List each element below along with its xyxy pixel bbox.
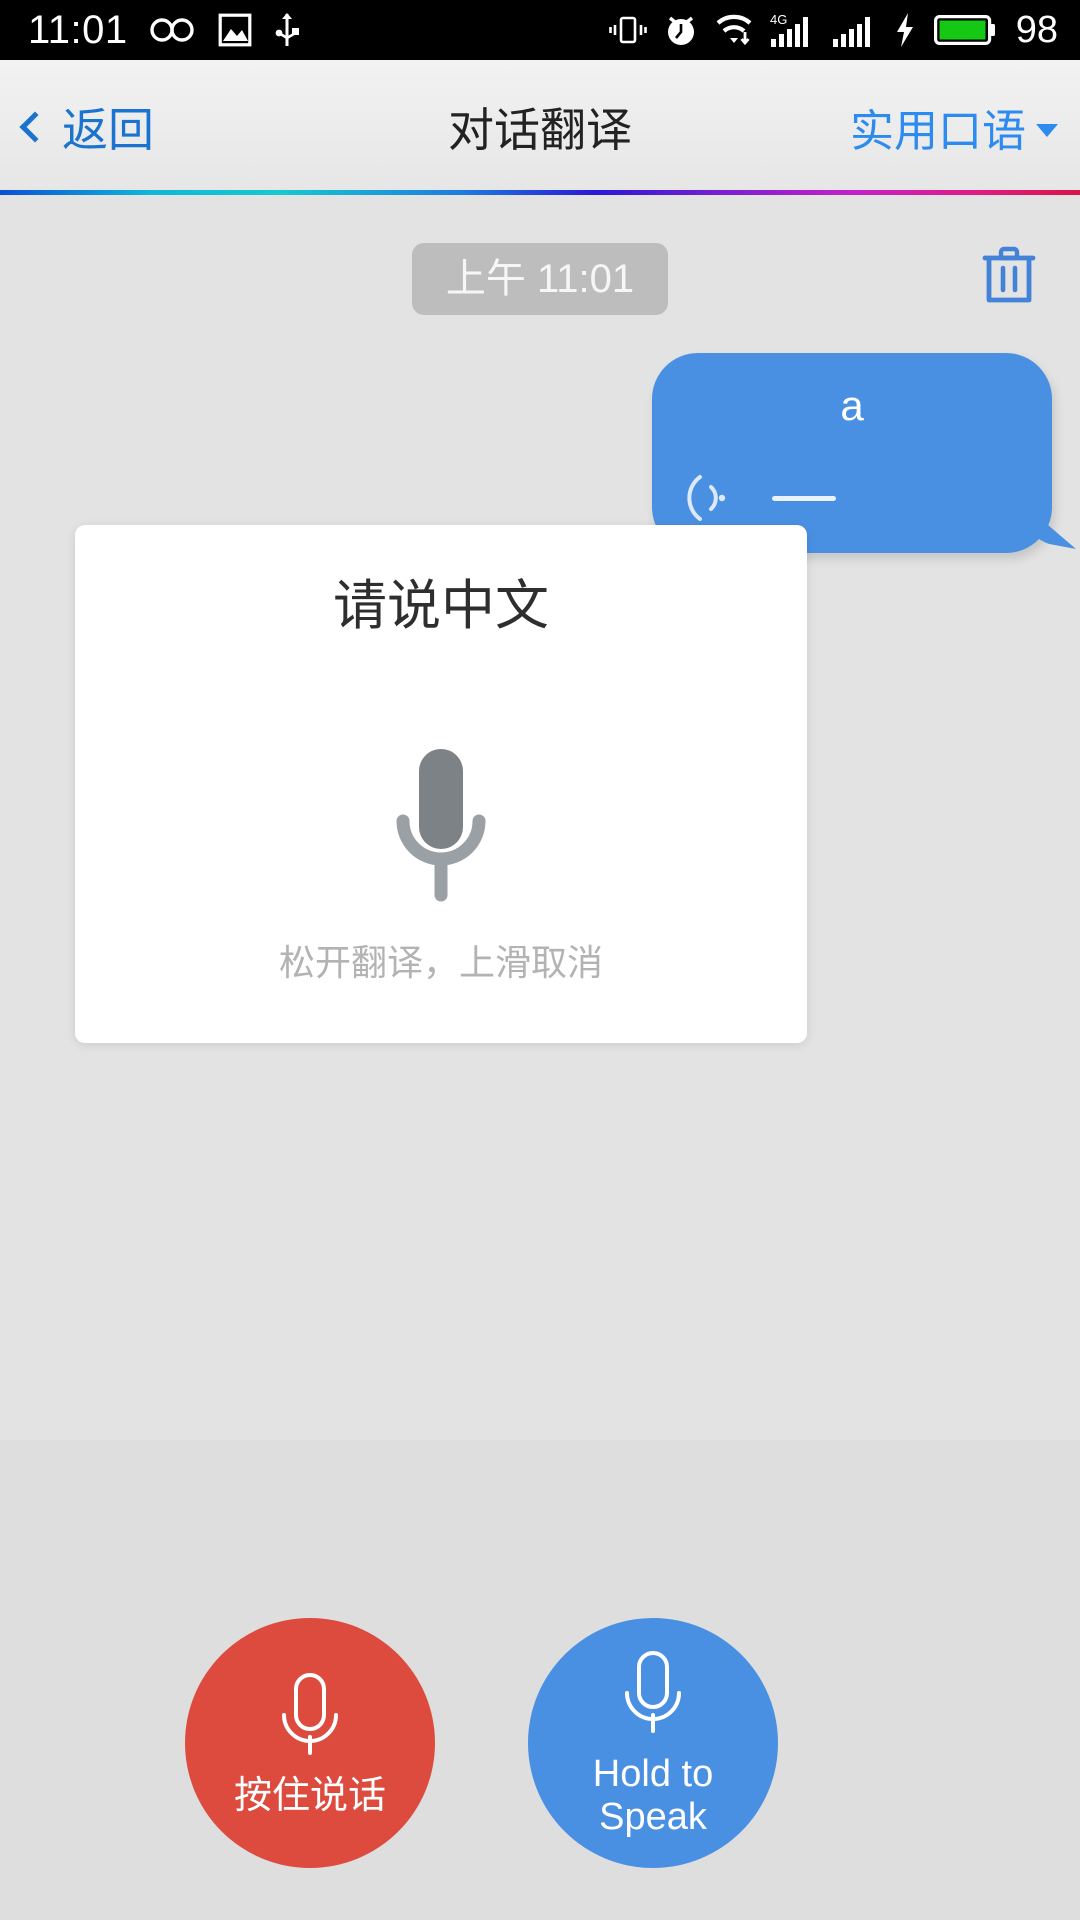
status-bar: 11:01 4G 98 [0,0,1080,60]
recording-card-hint: 松开翻译，上滑取消 [278,942,603,983]
chat-bubble-text: a [840,382,864,429]
hold-to-speak-chinese-label: 按住说话 [233,1774,386,1817]
timestamp-row: 上午 11:01 [0,243,1080,315]
timestamp-badge: 上午 11:01 [411,243,669,315]
sound-wave-icon [687,475,726,521]
infinity-icon [149,18,194,42]
microphone-outline-icon [282,1672,338,1755]
vibrate-icon [608,16,647,44]
message-row: a [652,353,1076,553]
microphone-outline-icon [625,1651,681,1734]
battery-percent-label: 98 [1015,9,1058,51]
bottom-control-bar: 按住说话 Hold to Speak [0,1440,1080,1920]
chat-bubble-outgoing[interactable]: a [652,353,1076,553]
usb-icon [275,13,299,46]
hold-to-speak-chinese-button[interactable]: 按住说话 [185,1618,435,1868]
hold-to-speak-english-label-line1: Hold to [592,1753,714,1796]
status-bar-left: 11:01 [0,10,300,50]
bubble-tail [1020,501,1076,549]
delete-conversation-button[interactable] [972,238,1046,312]
audio-waveform [772,495,836,501]
phrasebook-dropdown-label: 实用口语 [850,107,1026,156]
image-icon [218,13,252,47]
recording-card-title: 请说中文 [333,576,549,636]
chat-bubble-audio-row[interactable] [686,471,836,525]
trash-icon [982,246,1036,303]
recording-mic-wrap [75,743,807,913]
charging-bolt-icon [896,13,913,47]
phone-screen: 11:01 4G 98 返回 对话翻译 实用口语 上午 11:01 a 请说中文… [0,0,1080,1920]
hold-to-speak-english-label-line2: Speak [599,1796,707,1838]
microphone-icon [396,749,486,902]
svg-text:4G: 4G [770,12,787,27]
wifi-download-icon [716,14,752,46]
nav-bar: 返回 对话翻译 实用口语 [0,60,1080,194]
status-bar-clock: 11:01 [28,8,128,52]
status-bar-right: 4G 98 [608,0,1058,60]
chevron-down-icon [1036,123,1058,137]
battery-icon [933,14,995,45]
recording-card: 请说中文 松开翻译，上滑取消 [75,525,807,1043]
alarm-clock-icon [667,16,694,45]
phrasebook-dropdown[interactable]: 实用口语 [850,60,1058,194]
signal-4g-icon: 4G [770,12,808,47]
hold-to-speak-english-button[interactable]: Hold to Speak [528,1618,778,1868]
signal-bars-icon [832,17,870,47]
